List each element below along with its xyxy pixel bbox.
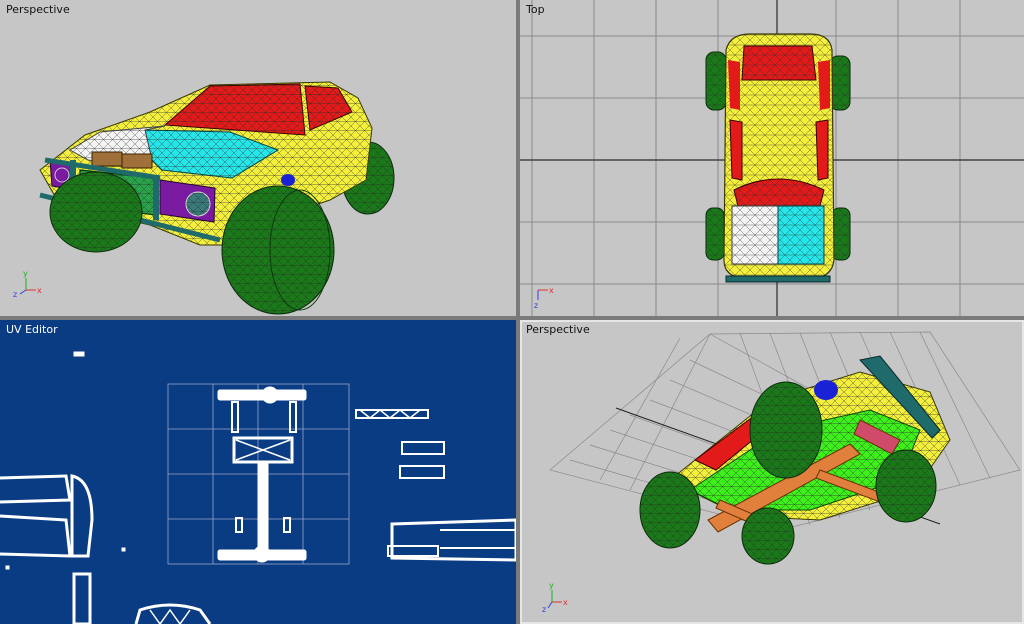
svg-text:y: y (23, 269, 28, 278)
svg-text:x: x (37, 286, 42, 295)
axis-gizmo: x y z (542, 581, 568, 614)
viewport-label[interactable]: UV Editor (6, 323, 58, 336)
viewport-top[interactable]: Top x z (520, 0, 1024, 316)
viewport-layout: Perspective x y z Top x z UV Editor Pers… (0, 0, 1024, 624)
viewport-uv-editor[interactable]: UV Editor (0, 320, 516, 624)
front-left-tire (49, 171, 143, 253)
front-right-tire (221, 185, 335, 315)
svg-text:y: y (549, 581, 554, 590)
viewport-label[interactable]: Top (526, 3, 545, 16)
viewport-label[interactable]: Perspective (526, 323, 590, 336)
svg-text:x: x (563, 598, 568, 607)
car-underside-render: x y z (542, 331, 1021, 614)
viewport-perspective-bottom-right[interactable]: Perspective x y z (520, 320, 1024, 624)
car-perspective-render: x y z (13, 81, 395, 315)
axis-gizmo: x z (534, 286, 554, 310)
svg-text:x: x (549, 286, 554, 295)
viewport-perspective-top-left[interactable]: Perspective x y z (0, 0, 516, 316)
svg-text:z: z (13, 290, 17, 299)
axis-gizmo: x y z (13, 269, 42, 299)
car-top-render: x z (520, 0, 1024, 316)
viewport-label[interactable]: Perspective (6, 3, 70, 16)
svg-text:z: z (542, 605, 546, 614)
uv-layout (0, 351, 516, 624)
svg-text:z: z (534, 301, 538, 310)
